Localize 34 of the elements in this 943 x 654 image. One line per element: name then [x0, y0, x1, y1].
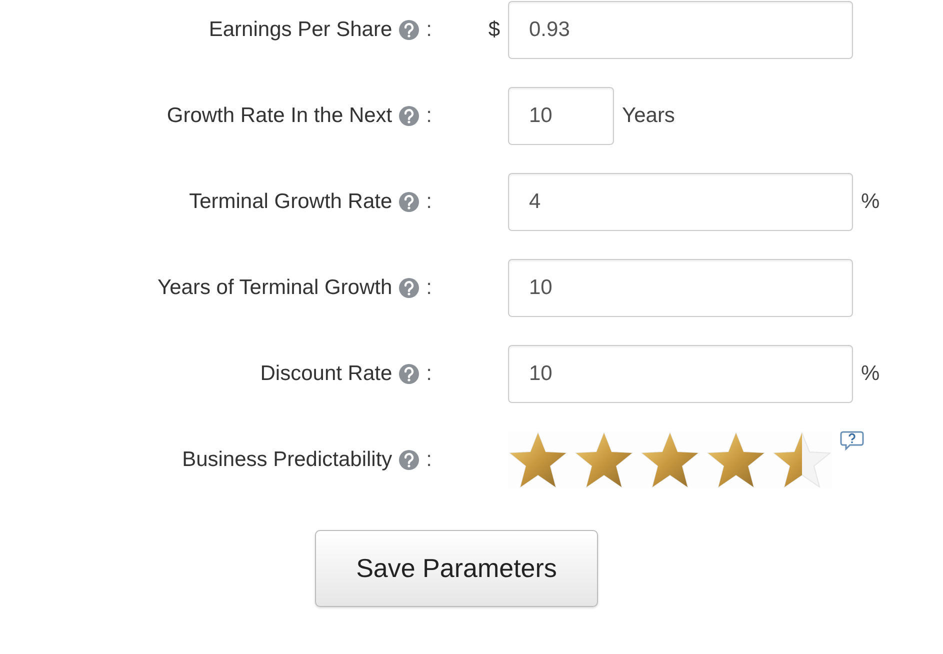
input-field[interactable]: 0.93: [508, 1, 853, 59]
unit-label: %: [861, 190, 880, 214]
input-field[interactable]: 4: [508, 173, 853, 231]
field-label: Growth Rate In the Next: [166, 104, 392, 128]
help-icon[interactable]: [398, 19, 420, 41]
help-icon[interactable]: [398, 105, 420, 127]
help-icon[interactable]: [398, 191, 420, 213]
label-colon: :: [426, 448, 432, 472]
label-colon: :: [426, 190, 432, 214]
label-colon: :: [426, 362, 432, 386]
star-icon[interactable]: [574, 431, 634, 489]
star-icon[interactable]: [706, 431, 766, 489]
field-label: Years of Terminal Growth: [158, 276, 392, 300]
label-colon: :: [426, 104, 432, 128]
field-label: Terminal Growth Rate: [189, 190, 392, 214]
input-field[interactable]: 10: [508, 87, 614, 145]
input-field[interactable]: 10: [508, 259, 853, 317]
label-colon: :: [426, 18, 432, 42]
star-icon[interactable]: [772, 431, 832, 489]
field-label: Business Predictability: [182, 448, 392, 472]
unit-label: %: [861, 362, 880, 386]
currency-symbol: $: [487, 18, 500, 42]
field-label: Earnings Per Share: [208, 18, 392, 42]
star-icon[interactable]: [640, 431, 700, 489]
save-parameters-button[interactable]: Save Parameters: [315, 530, 598, 607]
help-icon[interactable]: [398, 363, 420, 385]
help-icon[interactable]: [398, 277, 420, 299]
input-field[interactable]: 10: [508, 345, 853, 403]
label-colon: :: [426, 276, 432, 300]
help-bubble-icon[interactable]: [840, 430, 864, 452]
field-label: Discount Rate: [260, 362, 392, 386]
help-icon[interactable]: [398, 449, 420, 471]
star-icon[interactable]: [508, 431, 568, 489]
unit-label: Years: [622, 104, 675, 128]
